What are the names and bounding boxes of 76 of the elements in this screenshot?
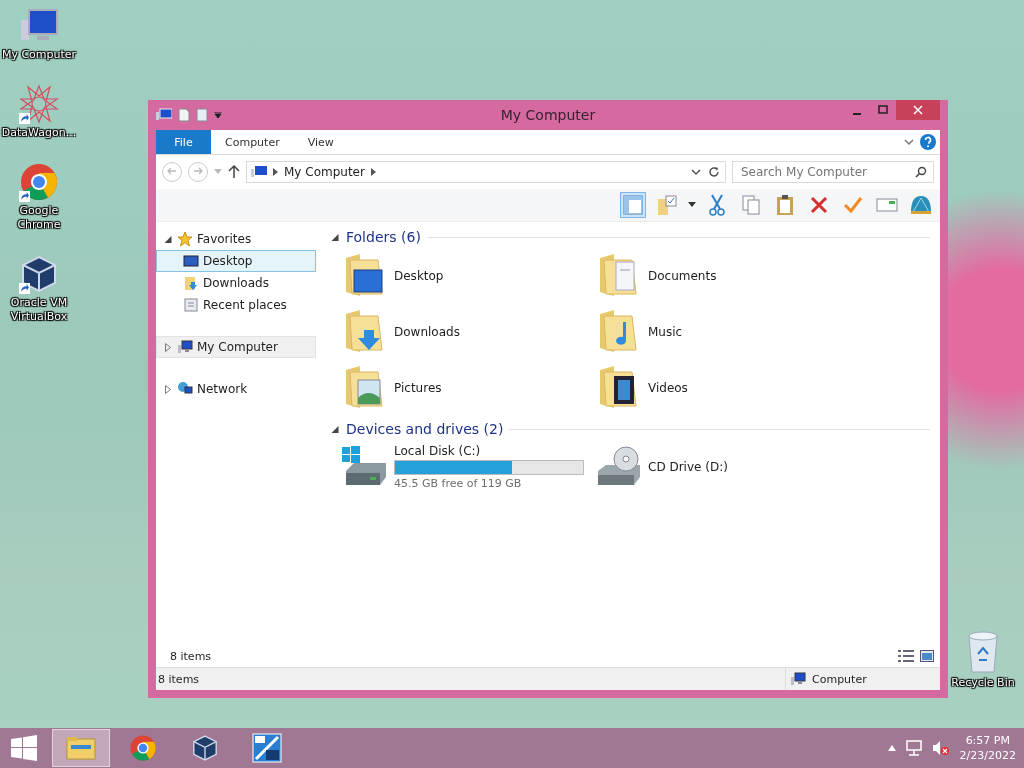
- network-icon[interactable]: [905, 740, 922, 756]
- nav-item[interactable]: My Computer: [156, 336, 316, 358]
- search-icon: [915, 166, 927, 178]
- drive-name[interactable]: CD Drive (D:): [648, 460, 728, 474]
- folder-name[interactable]: Pictures: [394, 381, 442, 395]
- up-arrow-icon[interactable]: [228, 165, 240, 179]
- folder-name[interactable]: Music: [648, 325, 683, 339]
- dropdown-icon[interactable]: [688, 202, 696, 208]
- nav-item[interactable]: Network: [156, 378, 316, 400]
- address-bar[interactable]: My Computer: [246, 161, 726, 183]
- drive-name[interactable]: Local Disk (C:): [394, 444, 584, 458]
- dropdown-icon[interactable]: [691, 168, 701, 176]
- downloads-folder-icon: [183, 275, 199, 291]
- ribbon-tab[interactable]: Computer: [211, 130, 294, 154]
- item-count: 8 items: [170, 649, 212, 663]
- computer-icon[interactable]: [156, 108, 172, 122]
- nav-item[interactable]: Recent places: [156, 294, 316, 316]
- clock-date[interactable]: 2/23/2022: [959, 748, 1016, 763]
- expand-icon[interactable]: [163, 384, 173, 394]
- collapse-icon[interactable]: [163, 235, 173, 243]
- cube-icon: [19, 254, 59, 294]
- collapse-icon[interactable]: [330, 233, 340, 241]
- chevron-icon[interactable]: [370, 168, 376, 176]
- folder-name[interactable]: Videos: [648, 381, 688, 395]
- folder-name[interactable]: Desktop: [394, 269, 444, 283]
- back-arrow-icon: [167, 166, 177, 176]
- recent-places-icon: [183, 297, 199, 313]
- folder-icon: [66, 735, 96, 761]
- help-icon[interactable]: [920, 134, 936, 150]
- computer-icon: [790, 671, 806, 687]
- collapse-icon[interactable]: [330, 425, 340, 433]
- large-icons-view-icon[interactable]: [920, 650, 934, 662]
- windows-logo-icon: [11, 735, 37, 761]
- chevron-icon[interactable]: [273, 168, 278, 176]
- details-view-icon[interactable]: [898, 650, 914, 662]
- chrome-icon: [19, 162, 59, 202]
- folder-name[interactable]: Documents: [648, 269, 717, 283]
- cube-icon: [191, 734, 219, 762]
- drive-space-text: 45.5 GB free of 119 GB: [394, 477, 523, 490]
- star-logo-icon: [19, 84, 59, 124]
- group-header[interactable]: Devices and drives (2): [346, 421, 504, 437]
- show-hidden-icons-icon[interactable]: [887, 745, 896, 751]
- window-title: My Computer: [500, 107, 596, 123]
- clock-time[interactable]: 6:57 PM: [965, 733, 1010, 748]
- status-location: Computer: [812, 672, 867, 686]
- folder-icon[interactable]: [196, 108, 208, 122]
- group-header[interactable]: Folders (6): [346, 229, 421, 245]
- computer-icon: [251, 165, 267, 179]
- nav-item[interactable]: Downloads: [156, 272, 316, 294]
- breadcrumb[interactable]: My Computer: [284, 165, 365, 179]
- ribbon-tab[interactable]: View: [293, 130, 348, 154]
- chrome-icon: [129, 734, 157, 762]
- chevron-icon[interactable]: [904, 138, 914, 146]
- status-text: 8 items: [158, 672, 200, 686]
- folder-name[interactable]: Downloads: [394, 325, 460, 339]
- desktop-icon: [183, 253, 199, 269]
- network-icon: [177, 381, 193, 397]
- document-icon[interactable]: [178, 108, 190, 122]
- recycle-bin-icon: [965, 630, 1001, 674]
- nav-item[interactable]: Desktop: [156, 250, 316, 272]
- minimize-icon: [853, 112, 861, 115]
- muted-speaker-icon[interactable]: [931, 740, 950, 756]
- nav-item[interactable]: Favorites: [156, 228, 316, 250]
- pane-toggle-button[interactable]: [620, 192, 646, 218]
- app-icon: [252, 733, 282, 763]
- forward-arrow-icon: [193, 166, 203, 176]
- computer-icon: [177, 339, 193, 355]
- ribbon-tab[interactable]: File: [156, 130, 211, 154]
- search-field[interactable]: Search My Computer: [732, 161, 934, 183]
- close-button[interactable]: [896, 100, 940, 120]
- star-icon: [177, 231, 193, 247]
- maximize-icon: [878, 104, 888, 115]
- dropdown-icon[interactable]: [214, 112, 222, 118]
- expand-icon[interactable]: [163, 342, 173, 352]
- close-icon: [913, 104, 923, 115]
- refresh-icon[interactable]: [707, 165, 721, 179]
